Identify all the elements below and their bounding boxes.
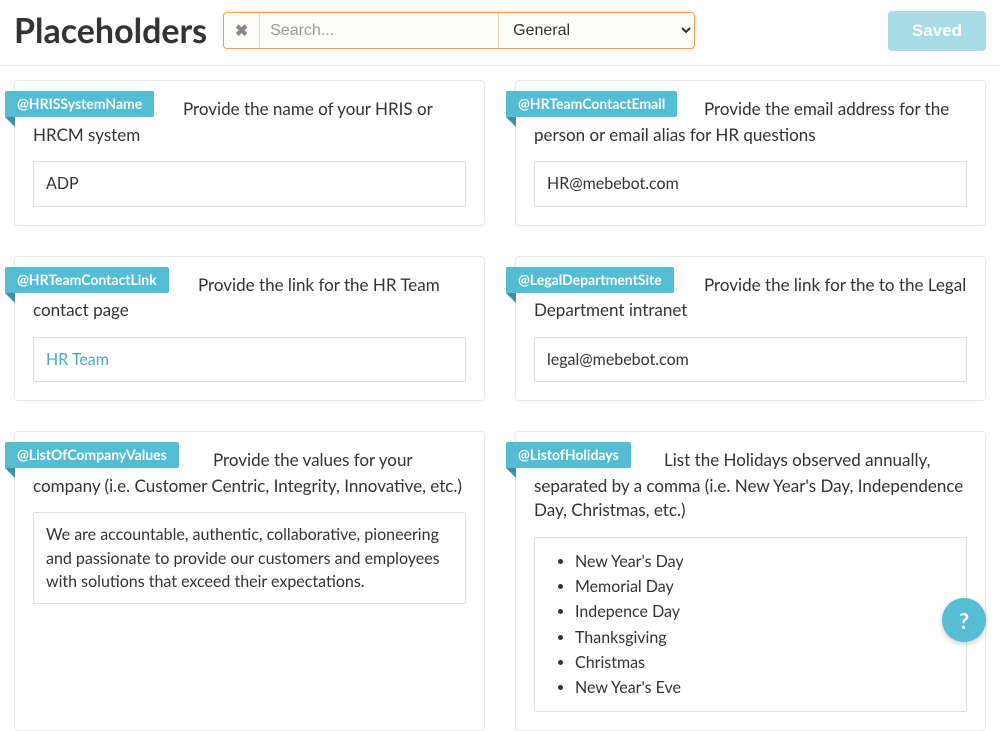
close-icon: ✖ — [235, 21, 248, 40]
placeholder-value-input[interactable]: New Year's DayMemorial DayIndepence Day T… — [534, 537, 967, 712]
placeholder-card: @LegalDepartmentSiteProvide the link for… — [515, 256, 986, 402]
search-input[interactable] — [260, 13, 498, 48]
list-item: Thanksgiving — [575, 626, 954, 649]
tag-fold — [5, 117, 15, 127]
tag-ribbon: @ListofHolidays — [506, 442, 631, 468]
placeholder-value-input[interactable]: legal@mebebot.com — [534, 337, 967, 382]
tag-ribbon: @HRISSystemName — [5, 91, 154, 117]
value-list: New Year's DayMemorial DayIndepence Day T… — [547, 550, 954, 699]
placeholder-tag: @HRTeamContactEmail — [506, 91, 677, 117]
tag-ribbon: @HRTeamContactEmail — [506, 91, 677, 117]
placeholder-tag: @ListofHolidays — [506, 442, 631, 468]
tag-fold — [5, 293, 15, 303]
placeholder-value-input[interactable]: We are accountable, authentic, collabora… — [33, 512, 466, 604]
tag-fold — [506, 468, 516, 478]
placeholder-card: @HRTeamContactLinkProvide the link for t… — [14, 256, 485, 402]
category-select[interactable]: General — [498, 13, 694, 48]
placeholder-tag: @LegalDepartmentSite — [506, 267, 674, 293]
placeholder-value-input[interactable]: ADP — [33, 161, 466, 206]
list-item: New Year's Eve — [575, 676, 954, 699]
placeholder-card: @ListOfCompanyValuesProvide the values f… — [14, 431, 485, 731]
tag-ribbon: @HRTeamContactLink — [5, 267, 169, 293]
tag-fold — [5, 468, 15, 478]
search-group: ✖ General — [223, 12, 695, 49]
cards-grid: @HRISSystemNameProvide the name of your … — [0, 66, 1000, 731]
page-title: Placeholders — [14, 10, 207, 51]
placeholder-card: @HRTeamContactEmailProvide the email add… — [515, 80, 986, 226]
tag-ribbon: @LegalDepartmentSite — [506, 267, 674, 293]
list-item: Memorial Day — [575, 575, 954, 598]
placeholder-tag: @ListOfCompanyValues — [5, 442, 179, 468]
saved-button[interactable]: Saved — [888, 11, 986, 51]
tag-fold — [506, 293, 516, 303]
placeholder-value-input[interactable]: HR@mebebot.com — [534, 161, 967, 206]
placeholder-value-input[interactable]: HR Team — [33, 337, 466, 382]
placeholder-card: @HRISSystemNameProvide the name of your … — [14, 80, 485, 226]
list-item: Christmas — [575, 651, 954, 674]
placeholder-card: @ListofHolidaysList the Holidays observe… — [515, 431, 986, 731]
list-item: New Year's Day — [575, 550, 954, 573]
list-item: Indepence Day — [575, 600, 954, 623]
placeholder-tag: @HRISSystemName — [5, 91, 154, 117]
header-bar: Placeholders ✖ General Saved — [0, 0, 1000, 66]
question-icon: ? — [959, 607, 969, 634]
tag-fold — [506, 117, 516, 127]
placeholder-tag: @HRTeamContactLink — [5, 267, 169, 293]
tag-ribbon: @ListOfCompanyValues — [5, 442, 179, 468]
help-button[interactable]: ? — [942, 598, 986, 642]
clear-search-button[interactable]: ✖ — [224, 13, 260, 48]
